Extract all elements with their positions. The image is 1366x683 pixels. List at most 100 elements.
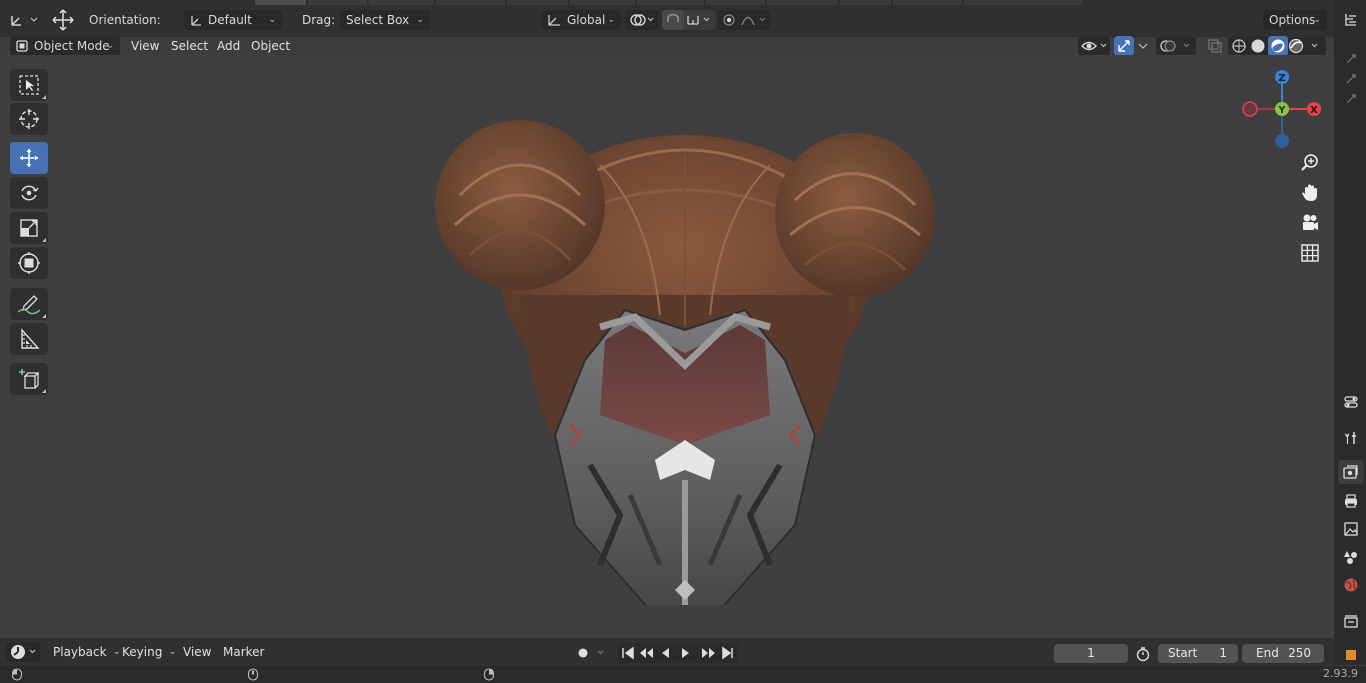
prop-tab-view-layer[interactable] — [1338, 517, 1364, 541]
workspace-tab[interactable] — [570, 0, 636, 5]
sidebar-tab-item[interactable] — [1338, 50, 1364, 68]
tool-move[interactable] — [10, 142, 48, 174]
sidebar-tab-view[interactable] — [1338, 90, 1364, 108]
tool-transform[interactable] — [10, 247, 48, 279]
orientation-dropdown[interactable]: Default ⌄ — [184, 10, 282, 30]
hand-icon — [1302, 184, 1317, 201]
3d-viewport[interactable]: Z Y X — [0, 55, 1334, 638]
tool-measure[interactable] — [10, 323, 48, 355]
workspace-tab[interactable] — [706, 0, 766, 5]
tool-scale[interactable] — [10, 212, 48, 244]
render-icon — [1343, 465, 1358, 479]
chevron-down-icon: ⌄ — [607, 15, 615, 25]
navigation-gizmo[interactable]: Z Y X — [1238, 67, 1326, 155]
playback-label: Playback — [53, 645, 107, 659]
zoom-button[interactable] — [1296, 149, 1324, 177]
tool-variants-indicator — [42, 95, 46, 99]
xray-icon — [1208, 39, 1222, 53]
pin-icon — [1346, 94, 1356, 104]
y-axis-label: Y — [1277, 105, 1286, 116]
prop-tab-scene[interactable] — [1338, 545, 1364, 569]
menu-object[interactable]: Object — [245, 37, 296, 55]
orientation-icon — [191, 16, 201, 26]
timeline-menu-marker[interactable]: Marker — [217, 643, 270, 661]
start-frame-field[interactable]: Start 1 — [1158, 644, 1238, 663]
wrench-icon — [1345, 432, 1356, 444]
select-box-icon — [19, 75, 39, 95]
preview-range-button[interactable] — [1134, 644, 1152, 663]
menu-select[interactable]: Select — [165, 37, 214, 55]
tool-annotate[interactable] — [10, 288, 48, 320]
pan-button[interactable] — [1296, 179, 1324, 207]
object-mode-icon — [16, 40, 28, 52]
timeline-menu-view[interactable]: View — [177, 643, 217, 661]
tool-variants-indicator — [42, 314, 46, 318]
prop-tab-render[interactable] — [1338, 460, 1364, 484]
prop-tab-object[interactable] — [1338, 643, 1364, 667]
properties-editor-button[interactable] — [1338, 390, 1364, 414]
transform-orientation-value: Global — [567, 13, 606, 27]
record-icon — [578, 648, 604, 658]
negative-z-axis-handle[interactable] — [1275, 134, 1289, 148]
pivot-point-dropdown[interactable] — [626, 10, 658, 30]
timeline-editor-type-button[interactable] — [6, 642, 40, 662]
xray-toggle-button[interactable] — [1205, 36, 1225, 56]
menu-view[interactable]: View — [125, 37, 165, 55]
outliner-button[interactable] — [1338, 8, 1364, 32]
tool-add-cube[interactable] — [10, 363, 48, 395]
chevron-down-icon[interactable] — [1136, 36, 1150, 56]
prop-tab-output[interactable] — [1338, 489, 1364, 513]
snapping-group[interactable] — [662, 10, 716, 30]
workspace-tab[interactable] — [369, 0, 435, 5]
workspace-tab[interactable] — [767, 0, 839, 5]
chevron-down-icon: ⌄ — [168, 647, 177, 657]
prop-tab-collection[interactable] — [1338, 609, 1364, 633]
gizmo-toggle-button[interactable] — [1114, 36, 1134, 56]
drag-dropdown[interactable]: Select Box ⌄ — [340, 10, 430, 30]
right-bun — [775, 133, 935, 297]
menu-add[interactable]: Add — [211, 37, 246, 55]
object-icon — [1346, 650, 1356, 660]
timeline-menu-keying[interactable]: Keying ⌄ — [116, 643, 180, 661]
mode-value: Object Mode — [34, 39, 110, 53]
current-frame-value: 1 — [1087, 646, 1095, 660]
prop-tab-tool[interactable] — [1338, 426, 1364, 450]
scene-icon — [1344, 551, 1357, 564]
negative-x-axis-handle[interactable] — [1242, 101, 1258, 117]
workspace-tab-layout[interactable] — [255, 0, 307, 5]
hair-mask-model[interactable] — [420, 95, 950, 605]
overlays-dropdown[interactable] — [1156, 36, 1196, 56]
workspace-tab[interactable] — [964, 0, 1084, 5]
keying-label: Keying — [122, 645, 163, 659]
orientation-label: Orientation: — [89, 13, 161, 27]
mode-dropdown[interactable]: Object Mode ⌄ — [10, 36, 120, 56]
shading-mode-group[interactable] — [1228, 36, 1326, 56]
end-value: 250 — [1288, 646, 1311, 660]
toggle-perspective-button[interactable] — [1296, 239, 1324, 267]
workspace-tab[interactable] — [507, 0, 569, 5]
tool-select-box[interactable] — [10, 69, 48, 101]
workspace-tab[interactable] — [308, 0, 368, 5]
workspace-tab[interactable] — [637, 0, 705, 5]
tool-rotate[interactable] — [10, 177, 48, 209]
proportional-editing-group[interactable] — [718, 10, 770, 30]
proportional-editing-icon — [723, 14, 766, 26]
prop-tab-world[interactable] — [1338, 573, 1364, 597]
options-dropdown[interactable]: Options ⌄ — [1263, 10, 1327, 30]
visibility-dropdown[interactable] — [1078, 36, 1110, 56]
workspace-tab[interactable] — [436, 0, 506, 5]
timeline-menu-playback[interactable]: Playback ⌄ — [47, 643, 125, 661]
sidebar-tab-tool[interactable] — [1338, 70, 1364, 88]
current-frame-field[interactable]: 1 — [1054, 644, 1128, 663]
properties-icon — [1344, 396, 1358, 408]
transform-orientation-dropdown[interactable]: Global ⌄ — [541, 10, 621, 30]
editor-type-button[interactable] — [8, 10, 40, 30]
camera-view-button[interactable] — [1296, 209, 1324, 237]
tool-cursor[interactable] — [10, 103, 48, 135]
right-sidebar — [1334, 0, 1366, 665]
end-frame-field[interactable]: End 250 — [1242, 644, 1324, 663]
auto-keying-button[interactable] — [572, 643, 612, 663]
mouse-left-icon — [11, 668, 23, 681]
workspace-tab[interactable] — [893, 0, 963, 5]
workspace-tab[interactable] — [840, 0, 892, 5]
